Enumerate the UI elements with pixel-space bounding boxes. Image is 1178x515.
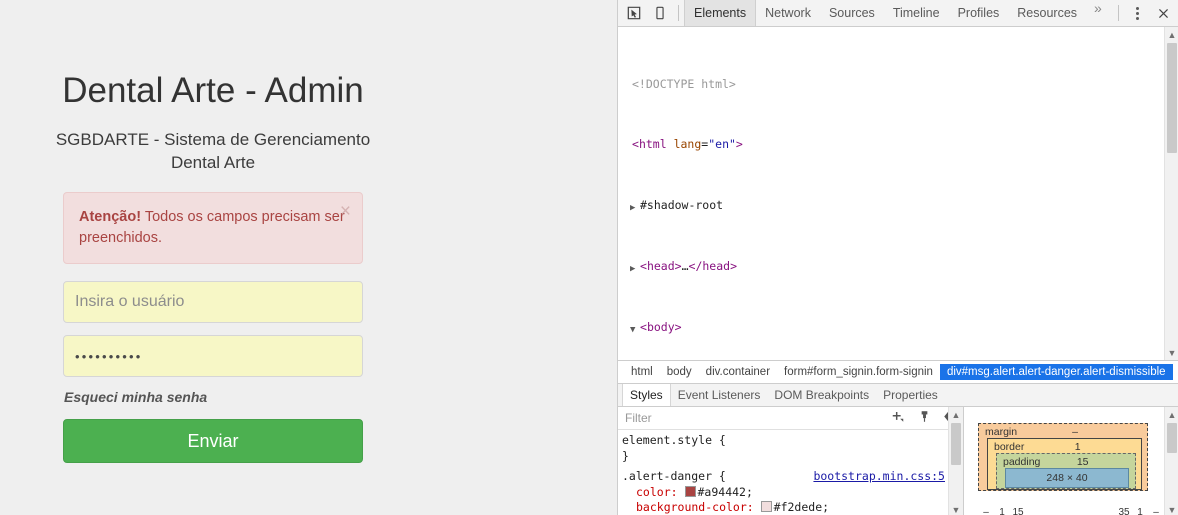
styles-filter-bar: Filter — [618, 407, 963, 430]
new-style-rule-icon[interactable] — [885, 410, 911, 426]
css-element-style-open[interactable]: element.style { — [622, 433, 963, 449]
devtools-tabs: Elements Network Sources Timeline Profil… — [684, 0, 1110, 26]
devtools-toolbar: Elements Network Sources Timeline Profil… — [618, 0, 1178, 27]
color-swatch[interactable] — [684, 485, 696, 497]
more-tabs-icon[interactable]: » — [1086, 0, 1110, 26]
tab-network[interactable]: Network — [756, 0, 820, 26]
styles-tabs: Styles Event Listeners DOM Breakpoints P… — [618, 384, 1178, 407]
close-icon[interactable] — [1150, 1, 1176, 25]
dom-line[interactable]: <body> — [618, 320, 1150, 335]
page-subtitle: SGBDARTE - Sistema de Gerenciamento Dent… — [55, 130, 371, 173]
tab-profiles[interactable]: Profiles — [949, 0, 1009, 26]
toolbar-divider-right — [1118, 5, 1119, 21]
css-source-link[interactable]: bootstrap.min.css:5 — [813, 469, 963, 485]
css-property-value: #f2dede — [773, 500, 823, 514]
box-model-padding-label: padding — [1003, 456, 1041, 468]
tab-event-listeners[interactable]: Event Listeners — [671, 384, 768, 406]
breadcrumb-div-container[interactable]: div.container — [699, 364, 777, 380]
box-model-margin-right[interactable]: – — [1148, 507, 1164, 515]
breadcrumb-form-signin[interactable]: form#form_signin.form-signin — [777, 364, 940, 380]
box-model-padding[interactable]: padding 15 248 × 40 — [996, 453, 1136, 489]
color-swatch[interactable] — [760, 501, 772, 512]
box-model-padding-right[interactable]: 35 — [1116, 507, 1132, 515]
tab-resources[interactable]: Resources — [1008, 0, 1086, 26]
scroll-down-icon[interactable]: ▼ — [1165, 345, 1178, 360]
dom-line[interactable]: <!DOCTYPE html> — [618, 77, 1150, 92]
dom-line[interactable]: #shadow-root — [618, 198, 1150, 213]
scrollbar-thumb[interactable] — [1167, 423, 1177, 453]
scroll-down-icon[interactable]: ▼ — [1165, 502, 1178, 515]
alert-strong: Atenção! — [79, 209, 142, 225]
scroll-down-icon[interactable]: ▼ — [949, 502, 963, 515]
css-rules: element.style { } bootstrap.min.css:5 .a… — [618, 430, 963, 515]
dom-tree-scrollbar[interactable]: ▲ ▼ — [1164, 27, 1178, 360]
css-declaration-color[interactable]: color: #a94442; — [622, 485, 963, 501]
username-input[interactable] — [63, 281, 363, 323]
page-title: Dental Arte - Admin — [62, 71, 364, 110]
dom-line[interactable]: <head>…</head> — [618, 259, 1150, 274]
computed-scrollbar[interactable]: ▲ ▼ — [1164, 407, 1178, 515]
toolbar-divider — [678, 5, 679, 21]
password-input[interactable] — [63, 335, 363, 377]
box-model-padding-left[interactable]: 15 — [1010, 507, 1026, 515]
scroll-up-icon[interactable]: ▲ — [949, 407, 963, 422]
box-model-margin-top[interactable]: – — [1017, 426, 1147, 438]
inspect-element-icon[interactable] — [621, 1, 647, 25]
scrollbar-thumb[interactable] — [951, 423, 961, 465]
tab-dom-breakpoints[interactable]: DOM Breakpoints — [767, 384, 876, 406]
tab-timeline[interactable]: Timeline — [884, 0, 949, 26]
dom-tree: <!DOCTYPE html> <html lang="en"> #shadow… — [618, 27, 1150, 360]
styles-scrollbar[interactable]: ▲ ▼ — [948, 407, 963, 515]
scroll-up-icon[interactable]: ▲ — [1165, 27, 1178, 42]
breadcrumb-body[interactable]: body — [660, 364, 699, 380]
computed-pane: margin – border 1 padding 15 248 × 40 – … — [964, 407, 1178, 515]
box-model-padding-top[interactable]: 15 — [1040, 456, 1135, 468]
pin-icon[interactable] — [911, 410, 937, 426]
box-model-margin[interactable]: margin – border 1 padding 15 248 × 40 — [978, 423, 1148, 491]
dom-tree-panel[interactable]: <!DOCTYPE html> <html lang="en"> #shadow… — [618, 27, 1178, 361]
box-model-border-right[interactable]: 1 — [1132, 507, 1148, 515]
box-model-border-label: border — [994, 441, 1025, 453]
css-declaration-background[interactable]: background-color: #f2dede; — [622, 500, 963, 515]
filter-input[interactable]: Filter — [625, 411, 885, 425]
forgot-password-link[interactable]: Esqueci minha senha — [64, 389, 207, 405]
tab-properties[interactable]: Properties — [876, 384, 945, 406]
dom-line[interactable]: <html lang="en"> — [618, 137, 1150, 152]
css-property-value: #a94442 — [697, 484, 746, 499]
devtools-panel: Elements Network Sources Timeline Profil… — [617, 0, 1178, 515]
styles-body: Filter element.style {} bootstrap.min.c… — [618, 407, 1178, 515]
css-property-name: color — [636, 484, 671, 499]
box-model-border[interactable]: border 1 padding 15 248 × 40 — [987, 438, 1142, 490]
browser-viewport: Dental Arte - Admin SGBDARTE - Sistema d… — [0, 0, 617, 515]
alert-danger: × Atenção! Todos os campos precisam ser … — [63, 192, 363, 265]
tab-elements[interactable]: Elements — [684, 0, 757, 26]
dom-line-text: #shadow-root — [640, 198, 724, 213]
box-model-margin-left[interactable]: – — [978, 507, 994, 515]
breadcrumb-div-msg[interactable]: div#msg.alert.alert-danger.alert-dismiss… — [939, 364, 1173, 380]
styles-pane: Filter element.style {} bootstrap.min.c… — [618, 407, 964, 515]
more-options-icon[interactable] — [1124, 1, 1150, 25]
tab-styles[interactable]: Styles — [622, 384, 671, 406]
alert-close-icon[interactable]: × — [340, 202, 351, 221]
box-model-diagram: margin – border 1 padding 15 248 × 40 – … — [978, 423, 1159, 515]
submit-button[interactable]: Enviar — [63, 419, 363, 463]
breadcrumb-html[interactable]: html — [624, 364, 660, 380]
scroll-up-icon[interactable]: ▲ — [1165, 407, 1178, 422]
css-element-style-close: } — [622, 448, 629, 463]
box-model-content[interactable]: 248 × 40 — [1005, 468, 1129, 488]
scrollbar-thumb[interactable] — [1167, 43, 1177, 153]
breadcrumb: html body div.container form#form_signin… — [618, 361, 1178, 384]
box-model-border-left[interactable]: 1 — [994, 507, 1010, 515]
css-rule-header: bootstrap.min.css:5 .alert-danger { — [622, 469, 963, 485]
css-property-name: background-color — [636, 500, 747, 514]
box-model-border-top[interactable]: 1 — [1024, 441, 1141, 453]
box-model-margin-label: margin — [985, 426, 1018, 438]
tab-sources[interactable]: Sources — [820, 0, 884, 26]
device-toolbar-icon[interactable] — [647, 1, 673, 25]
css-selector[interactable]: .alert-danger { — [622, 469, 726, 483]
dom-line-text: <!DOCTYPE html> — [632, 76, 736, 91]
